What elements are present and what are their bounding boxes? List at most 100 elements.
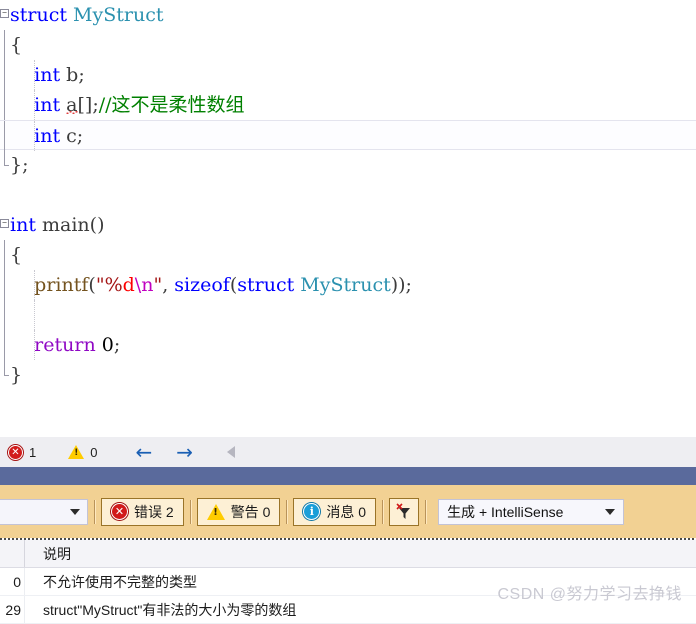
navbar-error-count-group[interactable]: ✕ 1 [8, 444, 37, 460]
toolbar-divider [94, 499, 95, 524]
scope-filter-combo[interactable] [0, 498, 88, 525]
code-token: int [34, 64, 61, 86]
toolbar-divider [425, 499, 427, 524]
code-token: MyStruct [300, 274, 391, 296]
code-token: int [34, 94, 61, 116]
code-line[interactable] [0, 180, 696, 210]
code-line[interactable]: } [0, 360, 696, 390]
clear-filter-button[interactable] [389, 497, 420, 526]
chevron-down-icon [70, 508, 80, 515]
errors-toggle-label: 错误 2 [134, 503, 174, 520]
table-row[interactable]: 29 struct"MyStruct"有非法的大小为零的数组 [0, 596, 696, 624]
code-token: struct [237, 274, 301, 296]
collapse-toggle-icon[interactable] [0, 9, 9, 18]
warning-triangle-icon [206, 503, 225, 520]
row-code: 29 [5, 601, 21, 618]
code-token: main [42, 214, 90, 236]
row-code: 0 [13, 573, 21, 590]
code-line[interactable]: struct MyStruct [0, 0, 696, 30]
code-line[interactable]: { [0, 240, 696, 270]
code-token: return [34, 334, 96, 356]
toolbar-divider [382, 499, 384, 524]
back-arrow-icon[interactable]: ← [135, 442, 152, 462]
code-token: }; [10, 154, 29, 176]
column-header-description[interactable]: 说明 [29, 544, 696, 564]
code-token: MyStruct [73, 4, 164, 26]
error-circle-icon: ✕ [111, 503, 128, 520]
error-squiggle-token: a [66, 94, 78, 116]
forward-arrow-icon[interactable]: → [176, 442, 193, 462]
vs-error-list-screenshot: struct MyStruct { int b; int a[];//这不是柔性数… [0, 0, 696, 624]
error-list-header-row: 说明 [0, 540, 696, 568]
code-editor[interactable]: struct MyStruct { int b; int a[];//这不是柔性数… [0, 0, 696, 437]
indent-guide [34, 300, 35, 330]
outline-guide-line [4, 30, 5, 60]
navbar-error-count: 1 [29, 444, 37, 460]
build-filter-combo[interactable]: 生成 + IntelliSense [438, 498, 625, 525]
table-row[interactable]: 0 不允许使用不完整的类型 [0, 568, 696, 596]
panel-separator-bar [0, 467, 696, 485]
code-token: struct [10, 4, 74, 26]
outline-guide-line [4, 240, 5, 270]
indent-guide [34, 90, 35, 120]
code-token: c; [60, 125, 84, 147]
build-filter-value: 生成 + IntelliSense [447, 503, 564, 520]
outline-guide-line [4, 270, 5, 300]
code-token: )); [390, 274, 412, 296]
code-line[interactable]: }; [0, 150, 696, 180]
code-token: " [153, 274, 163, 296]
outline-guide-line [4, 300, 5, 330]
messages-toggle-label: 消息 0 [326, 503, 367, 520]
code-token: int [10, 214, 36, 236]
outline-guide-line [4, 90, 5, 120]
indent-guide [34, 270, 35, 300]
toolbar-divider [286, 499, 288, 524]
code-token: { [10, 34, 23, 56]
collapse-toggle-icon[interactable] [0, 219, 9, 228]
code-line[interactable]: return 0; [0, 330, 696, 360]
code-token: 0 [101, 334, 114, 356]
code-token: { [10, 244, 23, 266]
code-line[interactable]: { [0, 30, 696, 60]
outline-guide-line [4, 330, 5, 360]
code-token: } [10, 364, 23, 386]
code-line[interactable]: printf("%d\n", sizeof(struct MyStruct)); [0, 270, 696, 300]
code-line[interactable] [0, 300, 696, 330]
code-token: "% [95, 274, 123, 296]
collapse-left-icon[interactable] [227, 446, 235, 458]
code-line[interactable]: int b; [0, 60, 696, 90]
navbar-warning-count-group[interactable]: 0 [68, 445, 97, 460]
navbar-warning-count: 0 [90, 444, 98, 460]
messages-toggle-button[interactable]: i 消息 0 [293, 497, 377, 526]
toolbar-divider [189, 499, 191, 524]
errors-toggle-button[interactable]: ✕ 错误 2 [101, 497, 184, 526]
info-circle-icon: i [303, 503, 321, 520]
code-token: d [122, 274, 135, 296]
code-line[interactable]: int c; [0, 120, 696, 151]
code-token: ; [113, 334, 121, 356]
outline-guide-line-end [4, 150, 9, 166]
warnings-toggle-button[interactable]: 警告 0 [196, 497, 281, 526]
error-list-table[interactable]: 说明 0 不允许使用不完整的类型 29 struct"MyStruct"有非法的大小为… [0, 540, 696, 624]
code-token: //这不是柔性数组 [98, 94, 245, 116]
warnings-toggle-label: 警告 0 [230, 503, 271, 520]
code-line[interactable]: int main() [0, 210, 696, 240]
code-line[interactable]: int a[];//这不是柔性数组 [0, 90, 696, 120]
code-token: int [34, 125, 61, 147]
error-list-rows: 0 不允许使用不完整的类型 29 struct"MyStruct"有非法的大小为零的数… [0, 568, 696, 624]
chevron-down-icon [605, 508, 616, 515]
indent-guide [34, 60, 35, 90]
code-token: ( [88, 274, 96, 296]
code-token: []; [77, 94, 99, 116]
code-token: sizeof [174, 274, 230, 296]
error-circle-icon: ✕ [8, 444, 23, 460]
clear-filter-icon [395, 502, 410, 519]
editor-status-navbar: ✕ 1 0 ← → [0, 437, 696, 467]
code-token: printf [34, 274, 89, 296]
row-description: 不允许使用不完整的类型 [43, 573, 197, 590]
indent-guide [34, 121, 35, 151]
